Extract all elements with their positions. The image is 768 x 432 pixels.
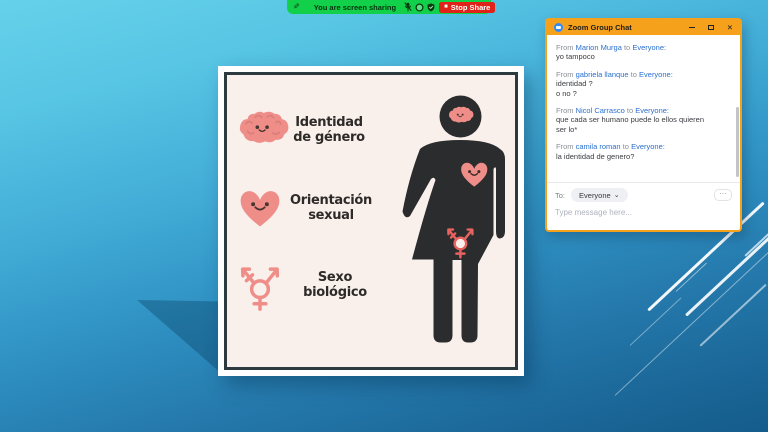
minimize-icon[interactable] <box>689 27 695 29</box>
recipient-name[interactable]: Everyone: <box>639 70 673 79</box>
message-text: la identidad de genero? <box>556 152 731 161</box>
chevron-down-icon: ⌄ <box>614 193 620 198</box>
recipient-name[interactable]: Everyone: <box>635 106 669 115</box>
close-icon[interactable]: ✕ <box>727 24 733 31</box>
heart-icon <box>236 187 284 230</box>
stop-share-label: Stop Share <box>451 3 491 12</box>
chat-message: From Marion Murga to Everyone: yo tampoc… <box>556 43 731 62</box>
message-text: que cada ser humano puede lo ellos quier… <box>556 115 731 124</box>
screen-sharing-bar: ✎ You are screen sharing ■ Stop Share <box>287 0 491 14</box>
poster-label-sexual-orientation: Orientación sexual <box>283 194 379 223</box>
record-icon[interactable] <box>415 3 424 12</box>
sharing-status-text: You are screen sharing <box>314 3 396 12</box>
zoom-group-chat-window: Zoom Group Chat ✕ From Marion Murga to E… <box>545 18 742 232</box>
message-text: ser lo* <box>556 125 731 134</box>
chat-footer: To: Everyone ⌄ ··· <box>547 182 740 230</box>
brain-icon <box>237 108 289 148</box>
poster-frame: Identidad de género Orientación sexual S… <box>224 72 518 370</box>
poster-label-gender-identity: Identidad de género <box>283 116 375 145</box>
recipient-name[interactable]: Everyone: <box>632 43 666 52</box>
annotate-icon[interactable]: ✎ <box>293 3 300 11</box>
chat-titlebar: Zoom Group Chat ✕ <box>547 20 740 35</box>
chat-scrollbar[interactable] <box>736 107 739 177</box>
sender-name[interactable]: camila roman <box>576 142 621 151</box>
zoom-chat-app-icon <box>554 23 563 32</box>
maximize-icon[interactable] <box>708 25 714 31</box>
gender-figure-silhouette <box>396 92 516 354</box>
chat-window-title: Zoom Group Chat <box>568 23 689 32</box>
message-text: o no ? <box>556 89 731 98</box>
transgender-symbol-icon <box>235 258 285 312</box>
stop-square-icon: ■ <box>444 4 448 10</box>
sender-name[interactable]: gabriela llanque <box>576 70 629 79</box>
poster-cast-shadow <box>137 300 222 374</box>
recipient-name[interactable]: Everyone: <box>631 142 665 151</box>
message-text: yo tampoco <box>556 52 731 61</box>
chat-message: From gabriela llanque to Everyone: ident… <box>556 70 731 98</box>
message-input[interactable] <box>555 208 732 217</box>
sender-name[interactable]: Nicol Carrasco <box>576 106 625 115</box>
security-shield-icon[interactable] <box>427 3 435 12</box>
sender-name[interactable]: Marion Murga <box>576 43 622 52</box>
message-text: identidad ? <box>556 79 731 88</box>
poster-label-biological-sex: Sexo biológico <box>289 271 381 300</box>
more-options-button[interactable]: ··· <box>714 189 732 201</box>
chat-message: From camila roman to Everyone: la identi… <box>556 142 731 161</box>
to-field-label: To: <box>555 191 565 200</box>
chat-message-list: From Marion Murga to Everyone: yo tampoc… <box>547 35 740 182</box>
recipient-selector[interactable]: Everyone ⌄ <box>571 188 628 202</box>
shared-slide-poster: Identidad de género Orientación sexual S… <box>218 66 524 376</box>
mic-muted-icon[interactable] <box>404 2 412 12</box>
stop-share-button[interactable]: ■ Stop Share <box>439 2 495 13</box>
chat-message: From Nicol Carrasco to Everyone: que cad… <box>556 106 731 134</box>
